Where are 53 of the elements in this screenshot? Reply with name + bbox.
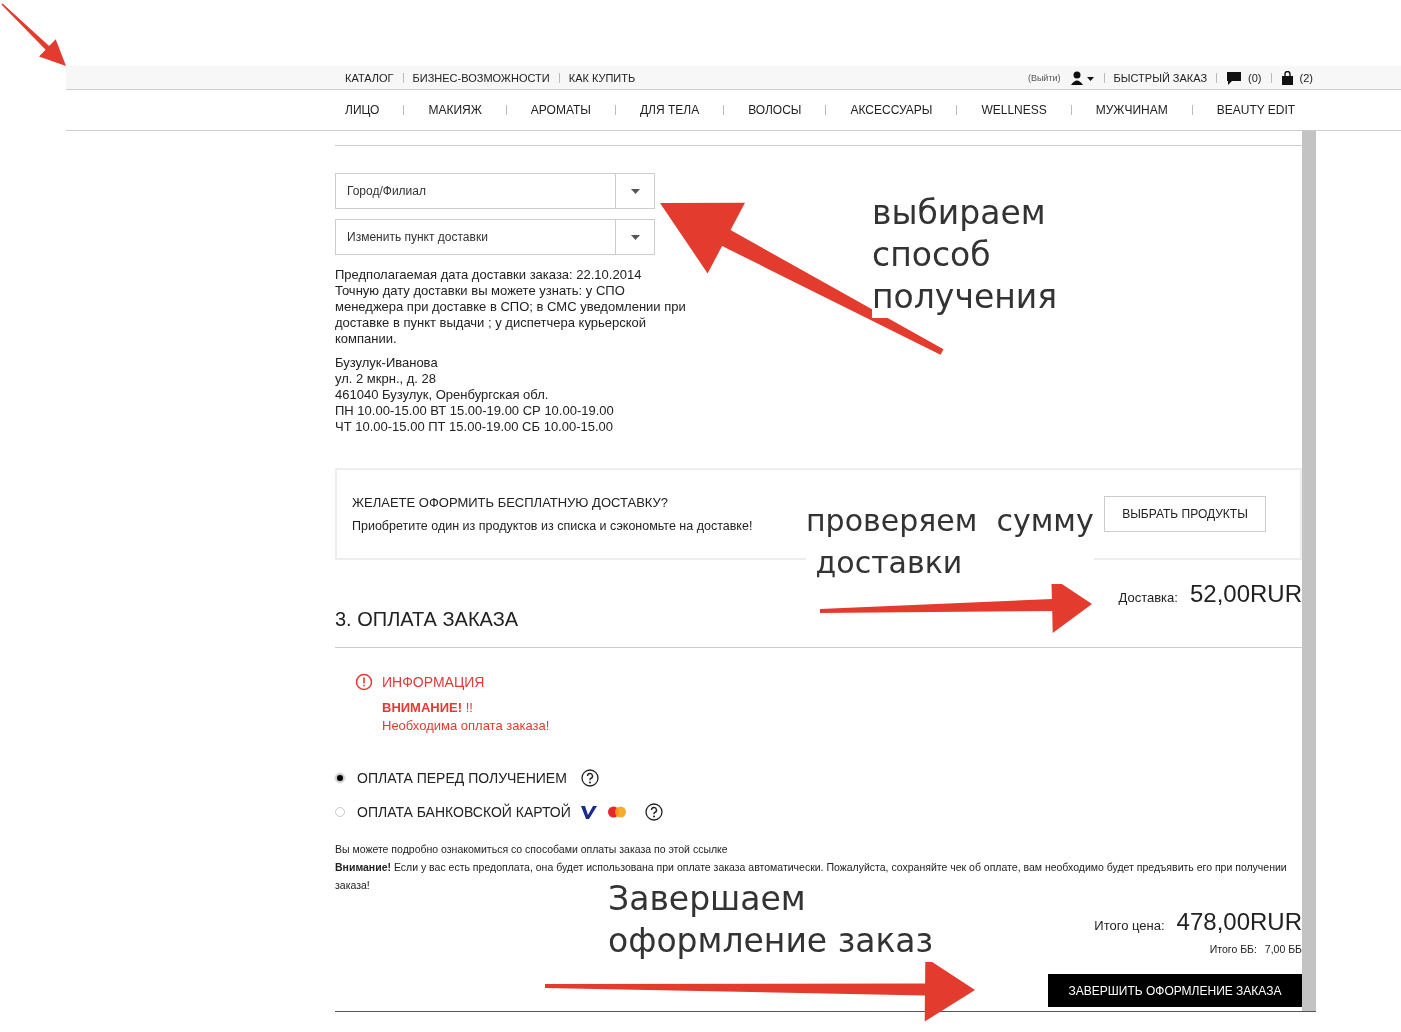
- card-logo-icon: [580, 805, 597, 819]
- circles-logo-icon: [606, 806, 627, 818]
- quick-order-link[interactable]: БЫСТРЫЙ ЗАКАЗ: [1113, 71, 1208, 84]
- help-icon[interactable]: [580, 769, 599, 787]
- total-points-label: Итого ББ:: [1209, 942, 1257, 957]
- pickup-address: Бузулук-Иванова ул. 2 мкрн., д. 28 461040 Бузулук, Оренбургская обл. ПН 10.00-15.00 ВТ 15.00-19.00 СР 10.00-19.00 ЧТ 10.00-15.00 ПТ 15.00-19.00 СБ 10.00-15.00: [335, 355, 615, 435]
- warning-icon: [355, 673, 373, 691]
- dropdown-placeholder: Изменить пункт доставки: [346, 230, 489, 244]
- caret-icon: [630, 188, 640, 194]
- delivery-label: Доставка:: [1118, 590, 1178, 605]
- shopping-bag-icon: [1280, 70, 1294, 85]
- help-icon[interactable]: [644, 803, 663, 821]
- nav-link[interactable]: ДЛЯ ТЕЛА: [639, 103, 700, 117]
- payment-option-label[interactable]: ОПЛАТА ПЕРЕД ПОЛУЧЕНИЕМ: [357, 770, 567, 786]
- payment-option-label[interactable]: ОПЛАТА БАНКОВСКОЙ КАРТОЙ: [357, 804, 571, 820]
- finish-order-button[interactable]: ЗАВЕРШИТЬ ОФОРМЛЕНИЕ ЗАКАЗА: [1048, 974, 1302, 1007]
- free-delivery-text: Приобретите один из продуктов из списка и сэкономьте на доставке!: [352, 519, 753, 533]
- delivery-date-text: Предполагаемая дата доставки заказа: 22.10.2014: [335, 267, 643, 283]
- delivery-amount: 52,00RUR: [1189, 580, 1302, 608]
- user-menu-icon: [1070, 70, 1095, 85]
- total-price: 478,00RUR: [1176, 908, 1302, 936]
- arrow-drawing: [1, 3, 66, 66]
- nav-link[interactable]: BEAUTY EDIT: [1216, 103, 1296, 117]
- dropdown-field[interactable]: Изменить пункт доставки: [335, 219, 655, 255]
- delivery-info-text: Точную дату доставки вы можете узнать: у СПО менеджера при доставке в СПО; в СМС уведомлении при доставке в пункт выдачи ; у диспетчера курьерской компании.: [335, 283, 687, 347]
- message-count: (0): [1248, 71, 1262, 84]
- nav-link[interactable]: WELLNESS: [981, 103, 1047, 117]
- caret-icon: [630, 234, 640, 240]
- nav-link[interactable]: АРОМАТЫ: [530, 103, 591, 117]
- nav-link[interactable]: АКСЕССУАРЫ: [850, 103, 933, 117]
- logout-link[interactable]: (Выйти): [1027, 72, 1061, 83]
- cart-count: (2): [1299, 71, 1313, 84]
- nav-link[interactable]: МУЖЧИНАМ: [1095, 103, 1168, 117]
- total-price-label: Итого цена:: [1094, 918, 1165, 933]
- alert-message: Необходима оплата заказа!: [382, 717, 551, 735]
- alert-title: ИНФОРМАЦИЯ: [382, 674, 485, 690]
- nav-link[interactable]: ВОЛОСЫ: [748, 103, 802, 117]
- top-menu-link[interactable]: КАК КУПИТЬ: [568, 71, 636, 84]
- dropdown-placeholder: Город/Филиал: [346, 184, 427, 198]
- select-products-button[interactable]: ВЫБРАТЬ ПРОДУКТЫ: [1104, 496, 1266, 532]
- nav-link[interactable]: ЛИЦО: [345, 103, 380, 117]
- section-heading: 3. ОПЛАТА ЗАКАЗА: [335, 608, 519, 631]
- top-menu-link[interactable]: КАТАЛОГ: [345, 71, 394, 84]
- top-menu-link[interactable]: БИЗНЕС-ВОЗМОЖНОСТИ: [412, 71, 550, 84]
- payment-info-text: Вы можете подробно ознакомиться со способами оплаты заказа по этой ссылке: [335, 842, 729, 857]
- alert-warning: ВНИМАНИЕ! !!: [382, 699, 474, 717]
- free-delivery-title: ЖЕЛАЕТЕ ОФОРМИТЬ БЕСПЛАТНУЮ ДОСТАВКУ?: [352, 495, 670, 510]
- dropdown-field[interactable]: Город/Филиал: [335, 173, 655, 209]
- nav-link[interactable]: МАКИЯЖ: [428, 103, 482, 117]
- radio-button[interactable]: [335, 773, 345, 783]
- scrollbar[interactable]: [1302, 131, 1316, 1011]
- total-points: 7,00 ББ: [1264, 942, 1302, 957]
- chat-icon: [1226, 70, 1243, 85]
